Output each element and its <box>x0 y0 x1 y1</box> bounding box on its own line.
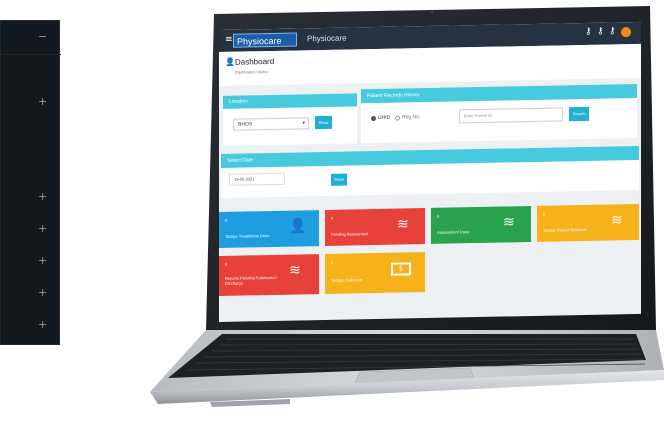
chevron-down-icon: ▾ <box>302 120 305 127</box>
location-panel-header: Location <box>223 93 357 109</box>
user-avatar-icon[interactable] <box>621 27 631 38</box>
tile-label: Reports Pending Submission Discharge <box>225 274 277 286</box>
uhid-radio[interactable] <box>371 115 376 122</box>
hamburger-icon[interactable]: ≡ <box>225 35 233 45</box>
tile-todays-referrals[interactable]: 0 Todays Patient Referrals ≋ <box>537 203 639 242</box>
tile-assessment-done[interactable]: 0 Assessment Done ≋ <box>431 206 531 244</box>
date-panel: Select Date 19-05-2021 Show <box>221 145 639 198</box>
tile-label: Assessment Done <box>437 229 470 235</box>
user-icon: 👤 <box>289 218 307 235</box>
money-icon: $ <box>391 262 411 276</box>
patient-panel-header: Patient Records History <box>361 83 637 104</box>
app-title: Physiocare <box>307 33 347 44</box>
reg-radio-label: Reg No. <box>402 114 421 121</box>
reg-radio[interactable] <box>395 115 400 121</box>
key-icon[interactable]: ⚷ <box>609 26 616 36</box>
date-input[interactable]: 19-05-2021 <box>229 172 285 186</box>
layers-icon: ≋ <box>611 212 623 229</box>
tile-count: 0 <box>225 261 228 267</box>
key-icon[interactable]: ⚷ <box>585 27 592 37</box>
breadcrumb[interactable]: Dashboard / Index <box>235 69 268 75</box>
tile-count: 0 <box>437 213 440 219</box>
brand-logo[interactable]: Physiocare <box>233 32 297 48</box>
location-select-value: BHOS <box>238 121 253 128</box>
date-panel-header: Select Date <box>221 145 639 168</box>
tile-count: 0 <box>543 211 546 217</box>
tile-reports-pending[interactable]: 0 Reports Pending Submission Discharge ≋ <box>219 254 319 296</box>
tile-count: 0 <box>331 259 334 265</box>
tile-count: 0 <box>225 217 228 223</box>
tile-pending-assessment[interactable]: 0 Pending Assessment ≋ <box>325 208 425 246</box>
dashboard-user-icon: 👤 <box>225 57 235 67</box>
screen: ≡ Physiocare Physiocare ⚷ ⚷ ⚷ 👤 Dashboar… <box>219 21 641 322</box>
location-panel: Location BHOS ▾ Show <box>223 93 357 146</box>
tile-count: 0 <box>331 215 334 221</box>
patient-id-input[interactable]: Enter Patient ID <box>459 107 563 124</box>
search-button[interactable]: Search <box>569 106 589 122</box>
tile-label: Pending Assessment <box>331 231 369 237</box>
layers-icon: ≋ <box>503 214 515 231</box>
patient-id-placeholder: Enter Patient ID <box>464 112 493 119</box>
tile-label: Todays Treatments Done <box>225 233 270 239</box>
page-title: Dashboard <box>235 56 275 67</box>
tile-label: Todays Collection <box>331 277 363 283</box>
date-value: 19-05-2021 <box>234 176 255 182</box>
tile-todays-collection[interactable]: 0 Todays Collection $ <box>325 252 425 294</box>
patient-records-panel: Patient Records History UHID Reg No. Ent… <box>361 83 637 144</box>
date-show-button[interactable]: Show <box>331 173 347 186</box>
location-select[interactable]: BHOS ▾ <box>233 117 309 131</box>
uhid-radio-label: UHID <box>378 114 391 121</box>
tile-todays-treatments[interactable]: 0 Todays Treatments Done 👤 <box>219 210 319 248</box>
tile-label: Todays Patient Referrals <box>543 226 587 233</box>
layers-icon: ≋ <box>289 262 301 279</box>
page-header: 👤 Dashboard Dashboard / Index <box>219 43 641 86</box>
key-icon[interactable]: ⚷ <box>597 27 604 37</box>
location-show-button[interactable]: Show <box>315 115 332 130</box>
layers-icon: ≋ <box>397 216 409 233</box>
